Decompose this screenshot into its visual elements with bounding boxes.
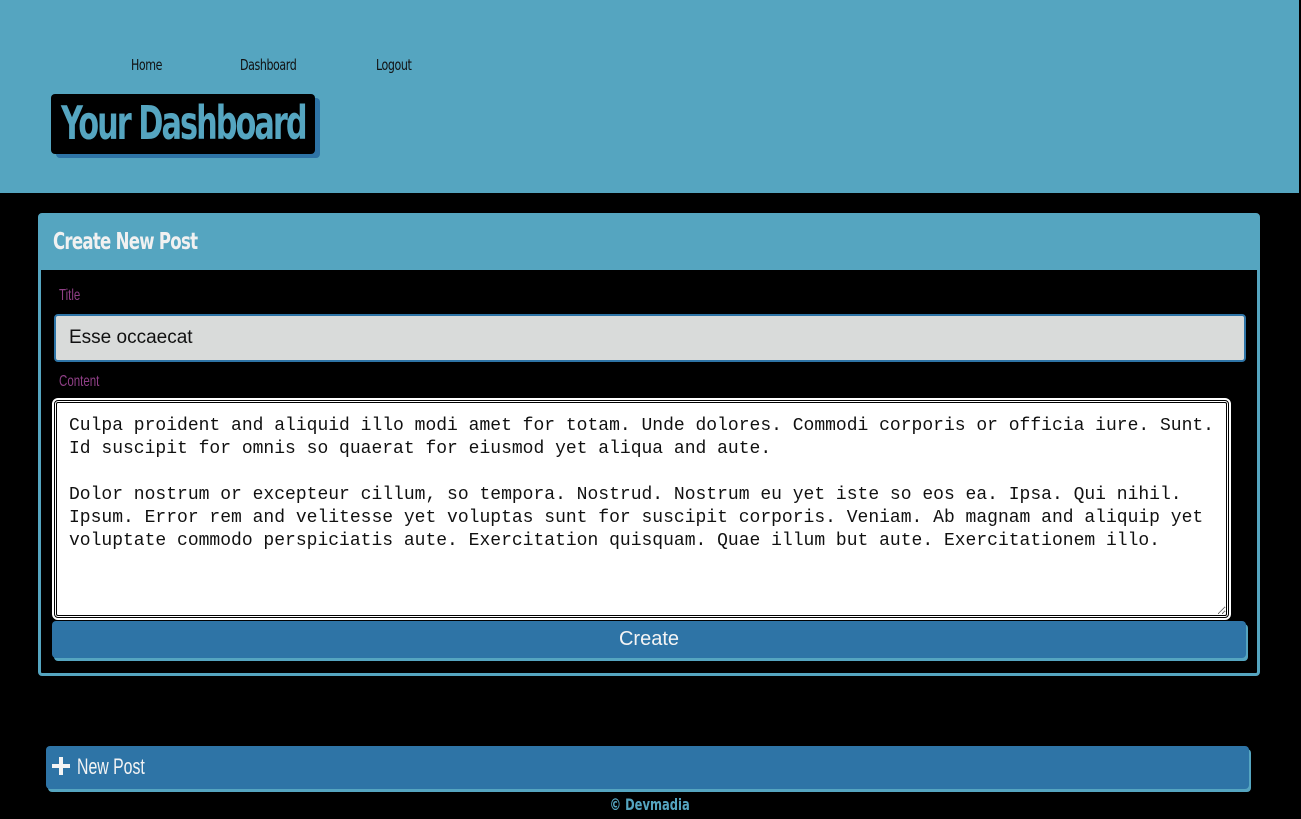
plus-icon [52,757,70,775]
new-post-button[interactable]: New Post [46,746,1249,789]
content-label: Content [59,373,100,390]
create-post-card: Create New Post Title Content Culpa proi… [38,213,1260,676]
title-input[interactable] [54,314,1246,362]
card-header: Create New Post [41,216,1257,270]
top-nav: Home Dashboard Logout [0,56,600,78]
footer: © Devmadia [0,795,1299,814]
footer-text: © Devmadia [609,795,690,814]
nav-dashboard-link[interactable]: Dashboard [240,56,297,74]
create-button[interactable]: Create [52,621,1246,658]
site-header: Home Dashboard Logout Your Dashboard [0,0,1299,193]
content-textarea[interactable]: Culpa proident and aliquid illo modi ame… [52,398,1231,620]
page-title: Your Dashboard [61,96,308,150]
new-post-label: New Post [77,754,145,779]
nav-home-link[interactable]: Home [131,56,162,74]
title-label: Title [59,287,81,304]
create-post-heading: Create New Post [53,229,198,255]
page-title-box: Your Dashboard [51,94,315,154]
nav-logout-link[interactable]: Logout [376,56,412,74]
